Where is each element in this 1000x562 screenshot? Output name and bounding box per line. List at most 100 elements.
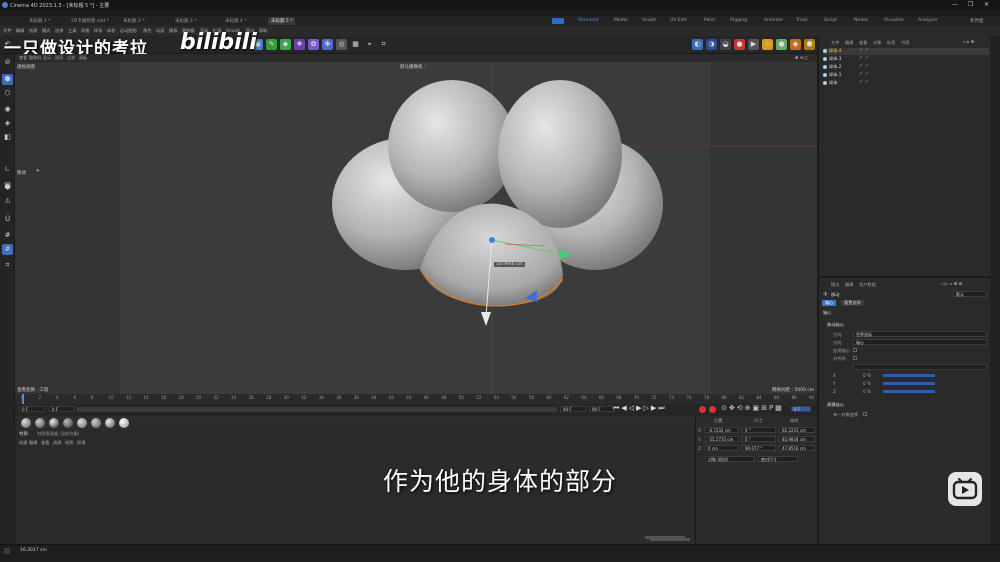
frame-range-slider[interactable] <box>77 407 557 412</box>
attr-axis-value[interactable]: 0 % <box>863 389 871 394</box>
attr-checkbox[interactable] <box>853 348 857 352</box>
obj-search-icon[interactable]: ⌕ ⌂ ⊞ <box>963 39 974 44</box>
coord-z-size[interactable]: 90.077 ° <box>742 445 776 451</box>
attr-preset-dropdown[interactable]: 默认 <box>953 291 987 297</box>
render-region-icon[interactable]: ● <box>734 39 745 50</box>
mat-menu-material[interactable]: 材质 <box>65 440 73 446</box>
visibility-check-icon[interactable]: ✓ ✓ <box>859 63 869 69</box>
record-icon[interactable] <box>699 406 706 413</box>
attr-axis-value[interactable]: 0 % <box>863 373 871 378</box>
maximize-button[interactable]: ❐ <box>968 1 973 8</box>
display-icon[interactable]: ◐ <box>692 39 703 50</box>
obj-menu-object[interactable]: 对象 <box>873 40 881 46</box>
sphere-top-left[interactable] <box>388 80 516 212</box>
object-row[interactable]: 球体.3 <box>823 56 989 63</box>
layout-track[interactable]: Track <box>794 17 810 24</box>
key-tools-icons[interactable]: ⊙✥⟲⊕▣⊞P▦ <box>721 404 784 412</box>
obj-menu-bookmarks[interactable]: 书签 <box>901 40 909 46</box>
material-ball-8[interactable] <box>119 418 129 428</box>
edges-mode-icon[interactable]: ◈ <box>2 118 13 129</box>
coord-x-size[interactable]: 0 ° <box>742 427 776 433</box>
attr-checkbox[interactable] <box>863 412 867 416</box>
shading-icon[interactable]: ◑ <box>706 39 717 50</box>
coord-z-rotation[interactable]: 47.8516 cm <box>779 445 815 451</box>
current-frame-field[interactable]: 0 F <box>49 406 75 412</box>
layout-visualize[interactable]: Visualize <box>882 17 906 24</box>
tab-document-1[interactable]: 未标题 1 * <box>26 17 53 25</box>
attr-checkbox[interactable] <box>853 356 857 360</box>
view-menu-display[interactable]: 显示 <box>43 55 51 61</box>
bilibili-tv-icon[interactable] <box>948 472 982 506</box>
attr-field-value[interactable]: 世界坐标 <box>853 331 987 337</box>
material-ball-7[interactable] <box>105 418 115 428</box>
visibility-check-icon[interactable]: ✓ ✓ <box>859 47 869 53</box>
start-frame-field[interactable]: 0 F <box>19 406 45 412</box>
obj-menu-view[interactable]: 查看 <box>859 40 867 46</box>
minimize-button[interactable]: — <box>952 1 958 8</box>
attr-slider[interactable] <box>883 374 935 377</box>
layout-paint[interactable]: Paint <box>702 17 717 24</box>
material-ball-5[interactable] <box>77 418 87 428</box>
material-ball-6[interactable] <box>91 418 101 428</box>
view-menu-camera[interactable]: 摄像机 <box>29 55 41 61</box>
deformer-icon[interactable]: ❖ <box>294 39 305 50</box>
coord-x-rotation[interactable]: 65.2253 cm <box>779 427 815 433</box>
model-mode-icon[interactable]: ⬢ <box>2 74 13 85</box>
mat-menu-view[interactable]: 查看 <box>41 440 49 446</box>
new-layout-button[interactable]: 新界面 <box>968 17 986 25</box>
generator-icon[interactable]: ◆ <box>280 39 291 50</box>
material-ball-4[interactable] <box>63 418 73 428</box>
tab-document-4[interactable]: 未标题 3 * <box>172 17 199 25</box>
mat-menu-edit[interactable]: 编辑 <box>29 440 37 446</box>
viewport-nav-icons[interactable]: ✥ ⟲ ◻ <box>795 55 808 60</box>
polygons-mode-icon[interactable]: ◧ <box>2 132 13 143</box>
view-menu-options[interactable]: 选项 <box>55 55 63 61</box>
live-select-icon[interactable]: ⊘ <box>2 57 13 68</box>
magnet-icon[interactable]: Ü <box>2 214 13 225</box>
light-icon[interactable]: ☼ <box>762 39 773 50</box>
layout-animate[interactable]: Animate <box>762 17 785 24</box>
3d-viewport[interactable] <box>15 54 817 394</box>
material-icon[interactable]: ● <box>776 39 787 50</box>
layout-uv-edit[interactable]: UV Edit <box>668 17 689 24</box>
view-menu-filter[interactable]: 过滤 <box>67 55 75 61</box>
layout-sculpt[interactable]: Sculpt <box>640 17 658 24</box>
attr-blank-field[interactable] <box>853 364 987 370</box>
attr-tab-pivot[interactable]: 轴心 <box>822 300 837 306</box>
coord-y-position[interactable]: -55.2735 cm <box>705 436 739 442</box>
object-row[interactable]: 球体.1 <box>823 72 989 79</box>
menu-simulate[interactable]: 模拟 <box>169 28 177 34</box>
tab-document-5[interactable]: 未标题 4 * <box>222 17 249 25</box>
tab-document-3[interactable]: 未标题 2 * <box>120 17 147 25</box>
layout-model[interactable]: Model <box>612 17 630 24</box>
end-frame-field[interactable]: 90 F <box>560 406 586 412</box>
attr-axis-value[interactable]: 0 % <box>863 381 871 386</box>
layout-analyzer[interactable]: Analyzer <box>916 17 940 24</box>
layout-script[interactable]: Script <box>822 17 839 24</box>
close-button[interactable]: ✕ <box>984 1 989 8</box>
right-frame-field[interactable]: 0 F <box>791 406 811 412</box>
field-icon[interactable]: ✿ <box>308 39 319 50</box>
obj-menu-tags[interactable]: 标签 <box>887 40 895 46</box>
attr-field-value[interactable]: 轴心 <box>853 339 987 345</box>
material-ball-1[interactable] <box>21 418 31 428</box>
mograph-icon[interactable]: ✤ <box>322 39 333 50</box>
visibility-check-icon[interactable]: ✓ ✓ <box>859 55 869 61</box>
texture-mode-icon[interactable]: ⬡ <box>2 88 13 99</box>
coord-z-position[interactable]: 0 cm <box>705 445 739 451</box>
attr-slider[interactable] <box>883 390 935 393</box>
layout-nodes[interactable]: Nodes <box>852 17 870 24</box>
quantize-icon[interactable]: # <box>2 244 13 255</box>
transport-controls[interactable]: ⏮◀◁▶▷▶⏭ <box>613 404 667 413</box>
autokey-icon[interactable] <box>709 406 716 413</box>
tab-document-active[interactable]: 未标题 5 * <box>268 17 296 25</box>
menu-help[interactable]: 帮助 <box>259 28 267 34</box>
coord-x-position[interactable]: -0.7232 cm <box>705 427 739 433</box>
obj-menu-file[interactable]: 文件 <box>831 40 839 46</box>
attr-tab-reset[interactable]: 重置选择 <box>841 300 864 306</box>
plugin-icon[interactable]: ⬟ <box>804 39 815 50</box>
menu-animation[interactable]: 动画 <box>156 28 164 34</box>
sphere-top-right[interactable] <box>498 80 622 228</box>
layout-icon[interactable] <box>552 18 564 24</box>
attr-subsection-title[interactable]: 移动轴心 <box>827 322 844 328</box>
